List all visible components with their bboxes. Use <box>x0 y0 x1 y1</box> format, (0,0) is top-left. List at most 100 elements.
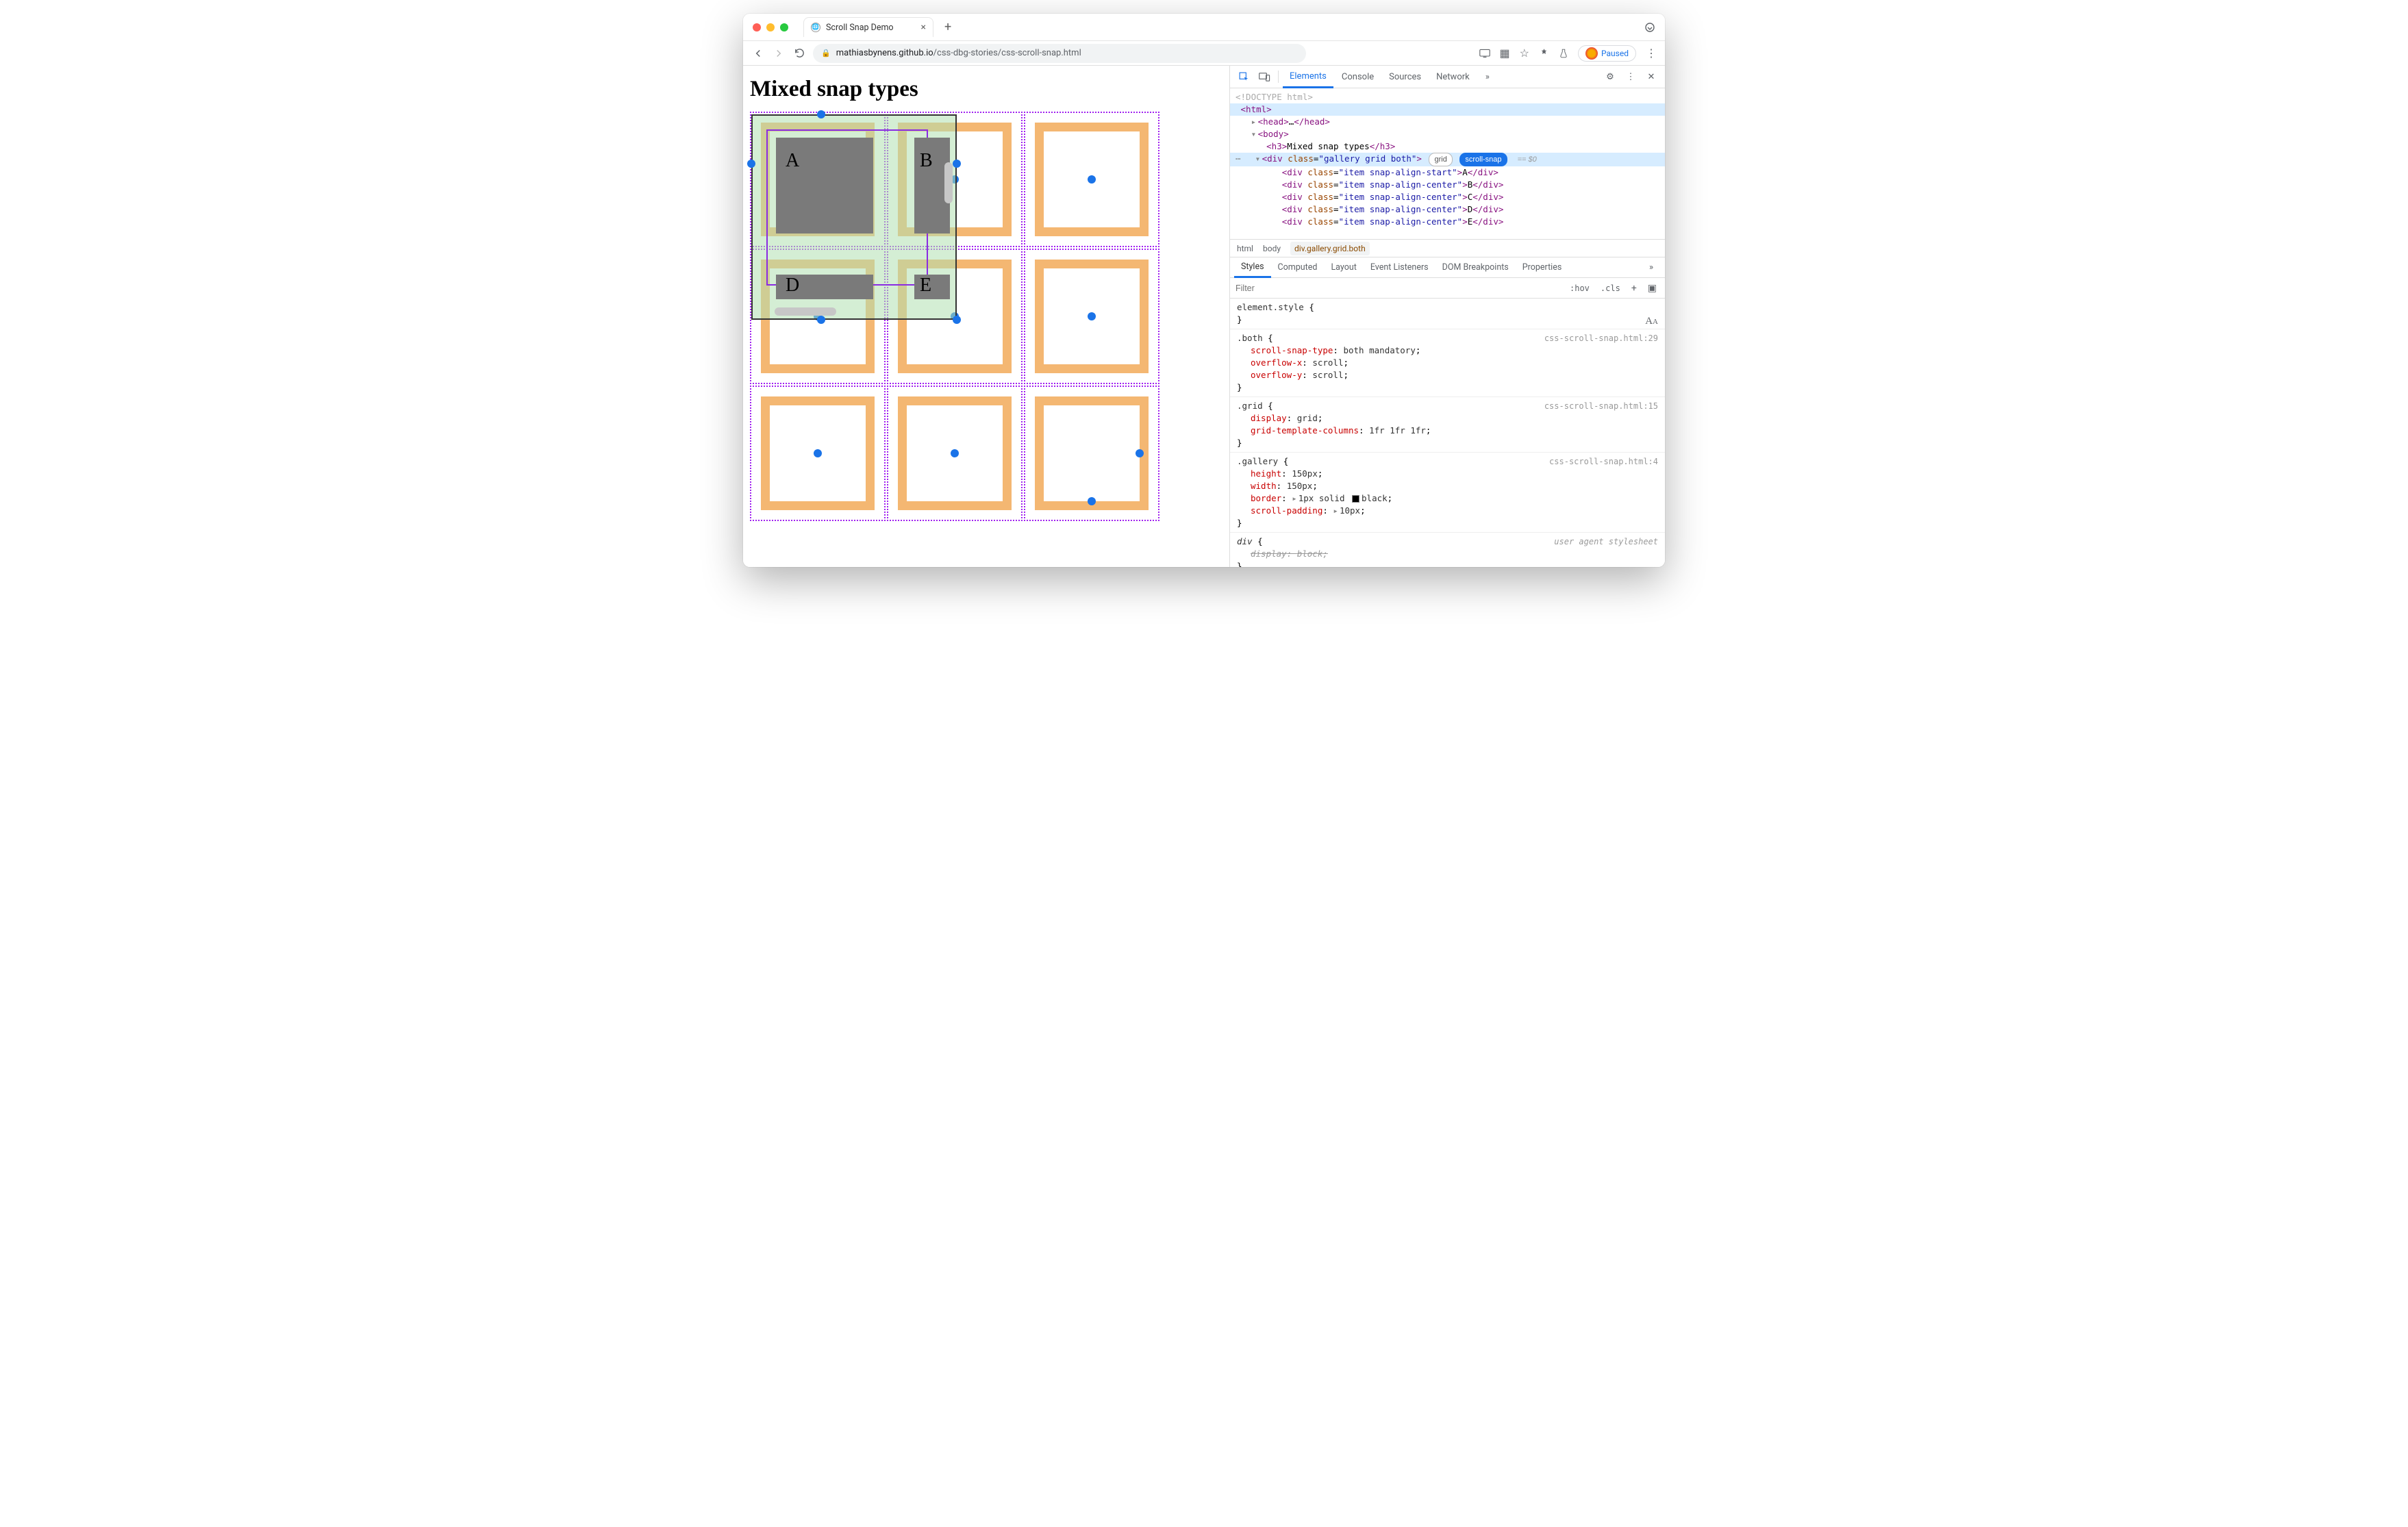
device-toggle-icon[interactable] <box>1255 67 1274 86</box>
styles-filter-input[interactable] <box>1236 283 1562 293</box>
style-rule[interactable]: css-scroll-snap.html:4 .gallery { height… <box>1230 453 1665 533</box>
font-size-icon[interactable]: AA <box>1645 315 1658 328</box>
forward-button[interactable] <box>772 47 786 60</box>
subtab-properties[interactable]: Properties <box>1516 257 1569 278</box>
style-rule[interactable]: css-scroll-snap.html:29 .both { scroll-s… <box>1230 329 1665 397</box>
hov-toggle[interactable]: :hov <box>1567 283 1592 293</box>
dom-tree[interactable]: <!DOCTYPE html> <html> ▸<head>…</head> ▾… <box>1230 88 1665 239</box>
dom-line[interactable]: ▸<head>…</head> <box>1230 116 1665 128</box>
kebab-menu-icon[interactable]: ⋮ <box>1621 67 1640 86</box>
tab-overflow-icon[interactable] <box>1644 22 1655 33</box>
snap-point-icon <box>1088 175 1096 184</box>
tab-console[interactable]: Console <box>1335 66 1381 88</box>
url-host: mathiasbynens.github.io <box>836 48 933 58</box>
window-controls <box>753 23 788 31</box>
devtools-toolbar: Elements Console Sources Network » ⚙ ⋮ ✕ <box>1230 66 1665 88</box>
snap-point-icon <box>814 312 822 320</box>
device-icon[interactable] <box>1479 49 1490 58</box>
globe-icon: 🌐 <box>811 23 820 32</box>
snap-point-icon <box>1088 497 1096 505</box>
dom-line[interactable]: ▾<body> <box>1230 128 1665 140</box>
computed-toggle-icon[interactable]: ▣ <box>1645 283 1659 294</box>
style-rule[interactable]: css-scroll-snap.html:15 .grid { display:… <box>1230 397 1665 453</box>
paused-label: Paused <box>1601 49 1629 58</box>
source-link[interactable]: css-scroll-snap.html:15 <box>1544 400 1658 412</box>
page-title: Mixed snap types <box>750 77 1222 102</box>
scroll-snap-badge[interactable]: scroll-snap <box>1459 153 1507 166</box>
snap-tile <box>887 386 1023 521</box>
style-rule[interactable]: user agent stylesheet div { display: blo… <box>1230 533 1665 567</box>
settings-gear-icon[interactable]: ⚙ <box>1601 67 1620 86</box>
page-viewport: Mixed snap types A B D E <box>743 66 1229 567</box>
cls-toggle[interactable]: .cls <box>1598 283 1623 293</box>
dom-line[interactable]: <div class="item snap-align-start">A</di… <box>1230 166 1665 179</box>
snap-grid-overlay <box>750 112 1222 521</box>
subtab-computed[interactable]: Computed <box>1271 257 1325 278</box>
tab-elements[interactable]: Elements <box>1283 66 1333 88</box>
inspect-element-icon[interactable] <box>1234 67 1253 86</box>
grid-badge[interactable]: grid <box>1429 153 1452 166</box>
dom-line[interactable]: <html> <box>1230 103 1665 116</box>
snap-point-icon <box>1136 449 1144 457</box>
maximize-window-icon[interactable] <box>780 23 788 31</box>
more-tabs-icon[interactable]: » <box>1478 67 1497 86</box>
dom-line[interactable]: <!DOCTYPE html> <box>1230 91 1665 103</box>
qr-icon[interactable]: ▦ <box>1500 47 1510 60</box>
subtab-event-listeners[interactable]: Event Listeners <box>1364 257 1435 278</box>
breadcrumb: html body div.gallery.grid.both <box>1230 239 1665 257</box>
snap-tile <box>887 112 1023 247</box>
source-link[interactable]: css-scroll-snap.html:4 <box>1549 455 1658 468</box>
subtab-dom-breakpoints[interactable]: DOM Breakpoints <box>1435 257 1516 278</box>
subtab-layout[interactable]: Layout <box>1324 257 1363 278</box>
address-bar: 🔒 mathiasbynens.github.io/css-dbg-storie… <box>743 41 1665 66</box>
dom-line[interactable]: <div class="item snap-align-center">B</d… <box>1230 179 1665 191</box>
minimize-window-icon[interactable] <box>766 23 775 31</box>
crumb-item[interactable]: html <box>1237 244 1253 253</box>
url-bar[interactable]: 🔒 mathiasbynens.github.io/css-dbg-storie… <box>813 44 1306 63</box>
styles-filter-row: :hov .cls + ▣ <box>1230 278 1665 299</box>
kebab-menu-icon[interactable]: ⋮ <box>1646 47 1657 60</box>
tab-sources[interactable]: Sources <box>1382 66 1428 88</box>
dom-line-selected[interactable]: ⋯ ▾<div class="gallery grid both"> grid … <box>1230 153 1665 166</box>
reload-button[interactable] <box>792 47 806 60</box>
dom-line[interactable]: <div class="item snap-align-center">C</d… <box>1230 191 1665 203</box>
crumb-item[interactable]: body <box>1263 244 1281 253</box>
style-rule[interactable]: element.style {} AA <box>1230 299 1665 329</box>
dom-line[interactable]: <h3>Mixed snap types</h3> <box>1230 140 1665 153</box>
browser-tab[interactable]: 🌐 Scroll Snap Demo × <box>803 17 933 37</box>
crumb-item-selected[interactable]: div.gallery.grid.both <box>1290 242 1370 255</box>
browser-window: 🌐 Scroll Snap Demo × + 🔒 mathiasbynens.g… <box>743 14 1665 567</box>
labs-icon[interactable] <box>1559 48 1568 59</box>
close-tab-icon[interactable]: × <box>921 22 926 33</box>
new-style-rule-icon[interactable]: + <box>1629 283 1640 294</box>
close-window-icon[interactable] <box>753 23 761 31</box>
snap-tile <box>1024 112 1159 247</box>
subtab-styles[interactable]: Styles <box>1234 257 1271 278</box>
back-button[interactable] <box>751 47 765 60</box>
close-devtools-icon[interactable]: ✕ <box>1642 67 1661 86</box>
styles-rules[interactable]: element.style {} AA css-scroll-snap.html… <box>1230 299 1665 567</box>
extensions-icon[interactable] <box>1539 48 1549 58</box>
dom-line[interactable]: <div class="item snap-align-center">E</d… <box>1230 216 1665 228</box>
snap-tile <box>887 249 1023 384</box>
url-path: /css-dbg-stories/css-scroll-snap.html <box>933 48 1081 58</box>
snap-tile <box>1024 249 1159 384</box>
tab-network[interactable]: Network <box>1429 66 1477 88</box>
more-subtabs-icon[interactable]: » <box>1642 258 1661 277</box>
dom-line[interactable]: <div class="item snap-align-center">D</d… <box>1230 203 1665 216</box>
new-tab-button[interactable]: + <box>944 20 951 34</box>
profile-paused-chip[interactable]: Paused <box>1578 45 1636 62</box>
bookmark-star-icon[interactable]: ☆ <box>1520 47 1529 60</box>
snap-tile <box>750 386 886 521</box>
snap-tile <box>750 112 886 247</box>
snap-point-icon <box>1088 312 1096 320</box>
main-content: Mixed snap types A B D E <box>743 66 1665 567</box>
snap-point-icon <box>951 449 959 457</box>
snap-point-icon <box>814 449 822 457</box>
styles-subtabs: Styles Computed Layout Event Listeners D… <box>1230 257 1665 278</box>
source-link[interactable]: css-scroll-snap.html:29 <box>1544 332 1658 344</box>
tab-title: Scroll Snap Demo <box>826 23 894 33</box>
snap-point-icon <box>951 312 959 320</box>
color-swatch-icon[interactable] <box>1352 495 1359 503</box>
devtools-panel: Elements Console Sources Network » ⚙ ⋮ ✕… <box>1229 66 1665 567</box>
